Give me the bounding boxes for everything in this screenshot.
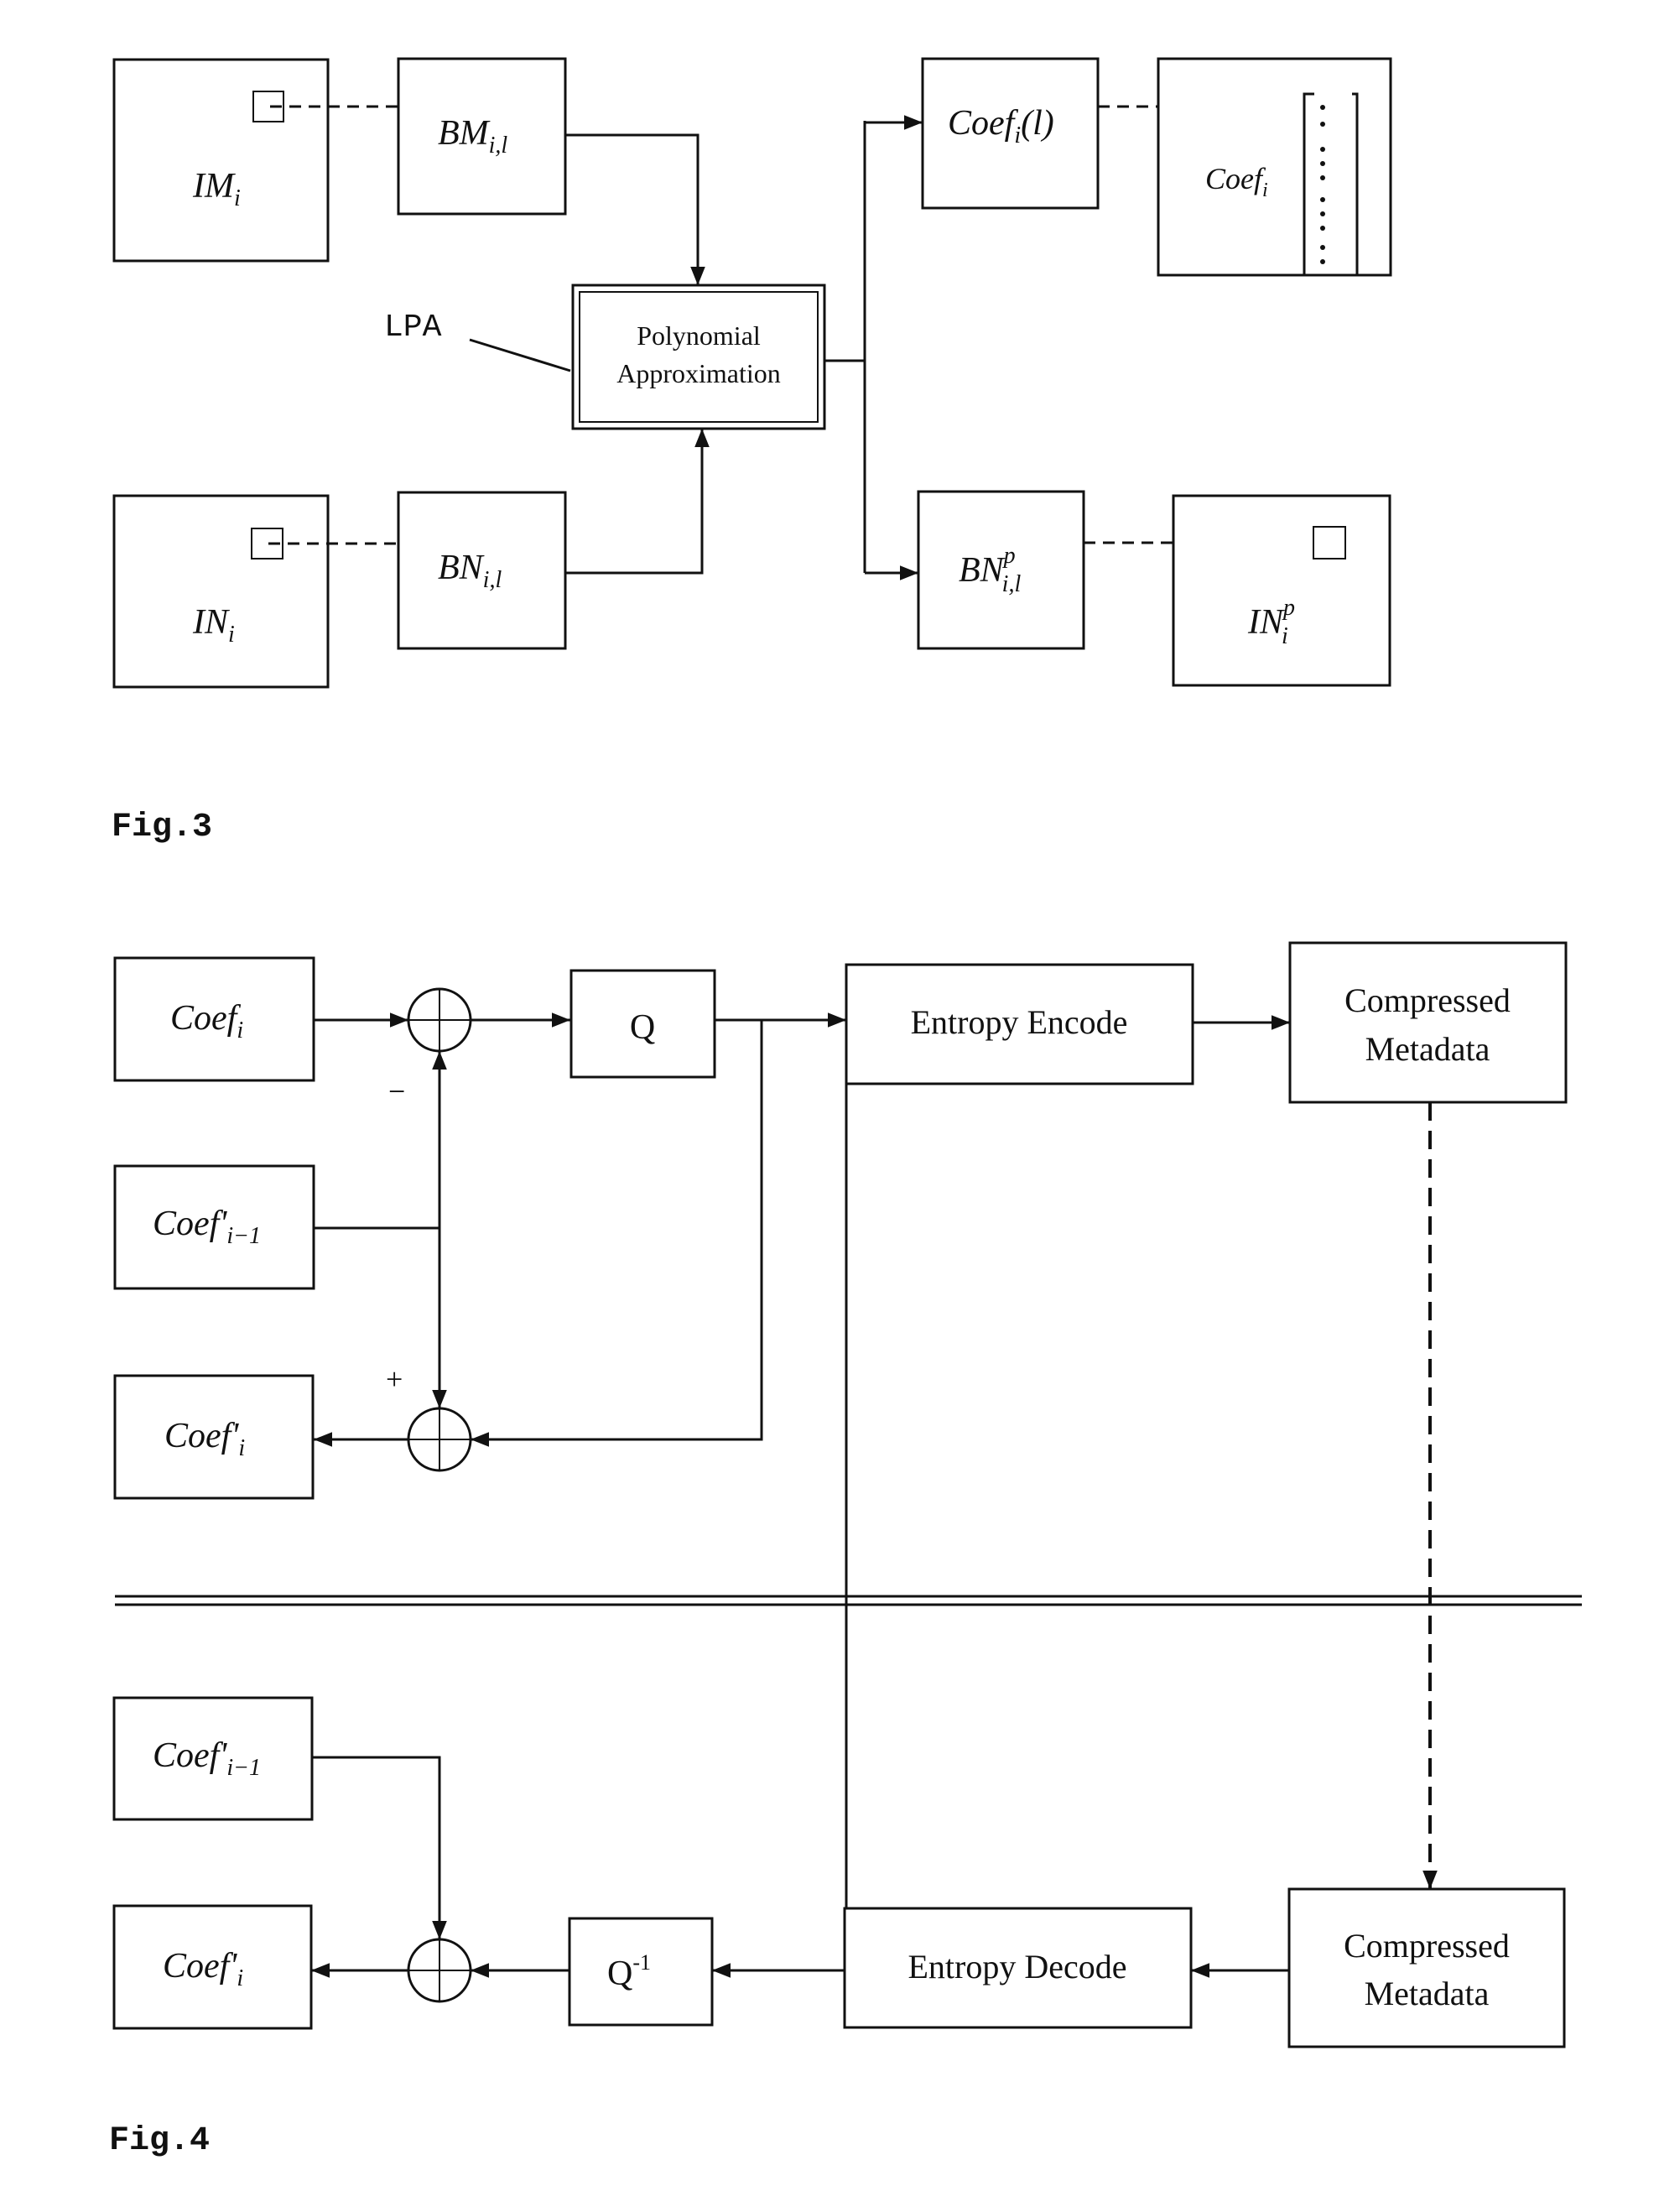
q-label: Q [630,1008,655,1047]
coef-rec-dec-base: Coef' [163,1947,237,1986]
bnp-sup: p [1002,543,1016,569]
inp-label: IN [1247,603,1285,642]
q-feedback-arrow [471,1020,763,1447]
bn-block: BNi,l [397,491,567,650]
coef-vector-block: Coefi [1157,57,1392,277]
coef-i-block: Coefi [113,956,315,1082]
plus-sign: + [386,1362,403,1396]
coef-label: Coef [1205,162,1266,195]
coef-rec-dec-sub: i [237,1965,243,1991]
coef-prev-dec-to-add-arrow [312,1756,447,1939]
compressed-enc-line2: Metadata [1365,1030,1490,1068]
bm-to-poly-arrow [565,133,705,285]
coef-rec-enc-block: Coef'i [113,1374,315,1500]
im-label: IM [192,167,236,206]
coef-prev-enc-block: Coef'i−1 [113,1164,315,1290]
lpa-leader-line [469,338,571,372]
bnp-label: BN [959,551,1006,590]
qinv-label: Q [607,1954,632,1993]
fig4: Coefi − Q Coef'i−1 + Coef'i Entropy Enco… [109,941,1582,2160]
svg-text:Coefi: Coefi [170,999,243,1044]
compressed-metadata-encoder: Compressed Metadata [1288,941,1568,1104]
coef-l-block: Coefi(l) [921,57,1100,210]
minus-sign: − [388,1075,405,1108]
coef-sub: i [1262,180,1268,201]
svg-text:IMi: IMi [192,167,241,211]
compressed-enc-line1: Compressed [1344,981,1511,1019]
entropy-encode-label: Entropy Encode [911,1003,1128,1041]
entropy-encode-block: Entropy Encode [845,963,1194,1085]
inp-sub: i [1282,623,1288,649]
lpa-label: LPA [384,310,442,346]
bn-sub: i,l [483,567,502,593]
coef-i-sub: i [237,1018,243,1044]
coef-prev-dec-sub: i−1 [226,1755,261,1781]
bnp-block: BNp i,l [917,490,1085,650]
bm-block: BMi,l [397,57,567,216]
polynomial-approximation-block: Polynomial Approximation [571,284,826,430]
poly-line1: Polynomial [637,320,761,351]
compressed-dec-line1: Compressed [1344,1927,1510,1965]
coef-rec-enc-base: Coef' [164,1417,239,1455]
im-sub: i [234,185,241,211]
qinv-sup: -1 [632,1950,651,1975]
coefl-label: Coef [948,104,1019,143]
entropy-decode-label: Entropy Decode [908,1948,1126,1986]
subtract-node [407,987,472,1053]
add-node-encoder [407,1407,472,1472]
poly-line2: Approximation [616,358,781,388]
svg-text:Coefi: Coefi [1205,162,1268,201]
coefl-sub: i [1014,122,1021,148]
in-block: INi [112,494,330,689]
svg-text:Coef'i: Coef'i [164,1417,245,1461]
coef-prev-enc-sub: i−1 [226,1223,261,1249]
fig3-caption: Fig.3 [112,809,212,846]
inp-sup: p [1282,595,1295,621]
compressed-metadata-decoder: Compressed Metadata [1287,1887,1566,2048]
compressed-dec-line2: Metadata [1365,1975,1490,2012]
add-node-decoder [407,1938,472,2003]
fig3: IMi BMi,l Polynomial Approximation LPA I… [112,57,1392,846]
coef-prev-dec-block: Coef'i−1 [112,1696,314,1821]
svg-text:Coef'i: Coef'i [163,1947,243,1991]
coef-prev-enc-base: Coef' [153,1205,227,1243]
bn-to-poly-arrow [565,429,710,575]
inp-block: INp i [1172,494,1391,687]
in-sub: i [228,622,235,648]
bm-sub: i,l [489,133,508,159]
svg-text:Coefi(l): Coefi(l) [948,104,1054,148]
coefl-arg: (l) [1021,104,1054,143]
coef-i-base: Coef [170,999,242,1038]
bnp-sub: i,l [1002,571,1022,597]
patent-figures: IMi BMi,l Polynomial Approximation LPA I… [109,57,1582,2160]
coef-prev-dec-base: Coef' [153,1736,227,1775]
q-block: Q [569,969,716,1079]
in-label: IN [192,603,230,642]
bn-label: BN [438,549,485,587]
fig4-caption: Fig.4 [109,2122,210,2160]
coef-rec-dec-block: Coef'i [112,1904,313,2030]
entropy-decode-block: Entropy Decode [843,1907,1193,2029]
qinv-block: Q-1 [568,1917,714,2027]
coef-rec-enc-sub: i [238,1435,245,1461]
bm-label: BM [438,114,491,153]
im-block: IMi [112,58,330,263]
